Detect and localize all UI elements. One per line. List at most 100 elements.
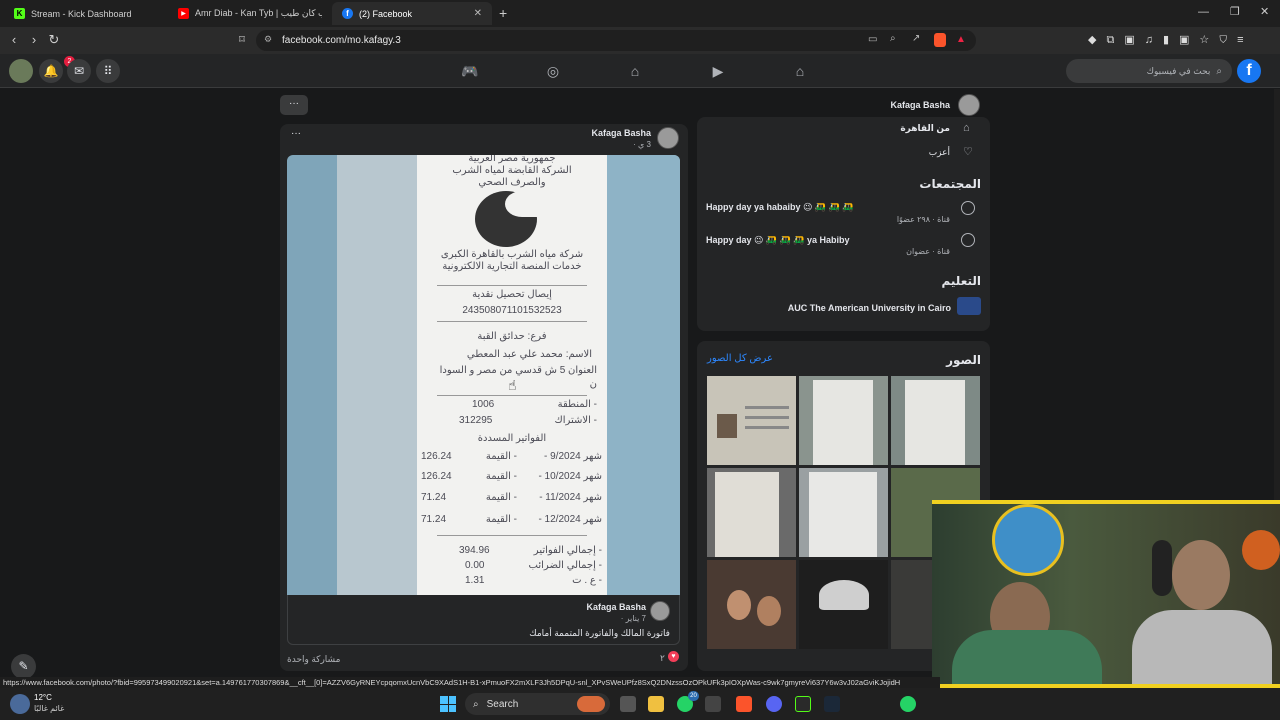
menu-grid-icon[interactable]: ⠿ xyxy=(96,59,120,83)
receipt-address: ن xyxy=(589,379,597,390)
whatsapp-tray-icon[interactable] xyxy=(900,696,916,712)
groups-icon[interactable]: ◎ xyxy=(544,62,562,80)
weather-desc[interactable]: غائم غالبًا xyxy=(34,704,64,713)
search-icon: ⌕ xyxy=(473,698,479,710)
company-logo-cut xyxy=(505,191,539,217)
post-time[interactable]: 3 ي · xyxy=(570,140,651,149)
close-window-button[interactable]: ✕ xyxy=(1260,5,1269,18)
search-highlight-icon xyxy=(577,696,605,712)
minimize-button[interactable]: — xyxy=(1198,6,1209,18)
bookmark-icon[interactable]: ⌑ xyxy=(234,32,250,48)
browser-tabbar: K Stream - Kick Dashboard ▶ Amr Diab - K… xyxy=(0,0,1280,27)
address-bar[interactable]: ⚙ facebook.com/mo.kafagy.3 ▭ ⌕ ↗ ▲ xyxy=(256,30,976,51)
photo-thumb[interactable] xyxy=(891,376,980,465)
new-tab-button[interactable]: + xyxy=(499,5,507,21)
marketplace-icon[interactable]: ⌂ xyxy=(626,62,644,80)
brave-shield-icon[interactable] xyxy=(934,33,946,47)
brave-browser-icon[interactable] xyxy=(736,696,752,712)
account-avatar[interactable] xyxy=(9,59,33,83)
post-author-avatar[interactable] xyxy=(657,127,679,149)
cast-icon[interactable]: ▭ xyxy=(868,34,877,45)
receipt-address: العنوان 5 ش قدسي من مصر و السودا xyxy=(439,365,597,376)
bill-label: - القيمة xyxy=(485,451,517,462)
zoom-icon[interactable]: ⌕ xyxy=(890,33,896,44)
heart-icon: ♡ xyxy=(963,146,973,158)
post-more-button[interactable]: ··· xyxy=(291,128,301,139)
receipt-zone-label: - المنطقة xyxy=(557,399,597,410)
receipt-header: الشركة القابضة لمياه الشرب xyxy=(452,165,572,176)
kick-icon: K xyxy=(14,8,25,19)
tab-kick[interactable]: K Stream - Kick Dashboard xyxy=(4,2,168,25)
photos-title: الصور xyxy=(946,353,981,367)
facebook-logo[interactable]: f xyxy=(1237,59,1261,83)
shared-time[interactable]: 7 يناير · xyxy=(558,614,646,623)
file-explorer-icon[interactable] xyxy=(648,696,664,712)
profile-avatar[interactable] xyxy=(958,94,980,116)
reaction-count[interactable]: ٢ xyxy=(660,653,665,664)
receipt-company: خدمات المنصة التجارية الالكترونية xyxy=(442,261,582,272)
new-message-button[interactable]: ✎ xyxy=(11,654,36,679)
shared-author-avatar[interactable] xyxy=(650,601,670,621)
profile-more-button[interactable]: ··· xyxy=(280,95,308,115)
post-photo[interactable]: جمهورية مصر العربية الشركة القابضة لمياه… xyxy=(287,155,680,595)
watch-icon[interactable]: ▶ xyxy=(709,62,727,80)
communities-title: المجتمعات xyxy=(919,177,981,191)
total-tax-label: - إجمالي الضرائب xyxy=(528,560,602,571)
tab-label: (2) Facebook xyxy=(359,8,413,19)
steam-icon[interactable] xyxy=(824,696,840,712)
photo-thumb[interactable] xyxy=(707,468,796,557)
see-all-photos-link[interactable]: عرض كل الصور xyxy=(707,353,773,364)
total-bills-label: - إجمالي الفواتير xyxy=(533,545,602,556)
community-name[interactable]: Happy day ya habaiby 😉 🛺 🛺 🛺 xyxy=(706,202,854,213)
community-name[interactable]: Happy day 😉 🛺 🛺 🛺 ya Habiby xyxy=(706,235,850,246)
love-reaction-icon: ♥ xyxy=(668,651,679,662)
community-meta: قناة · عضوان xyxy=(906,247,950,256)
channel-icon xyxy=(961,201,975,215)
extension-icons[interactable]: ◆⧉▣♫▮▣☆⛉≡ xyxy=(1088,33,1254,47)
bill-label: - القيمة xyxy=(485,471,517,482)
photo-thumb[interactable] xyxy=(799,560,888,649)
taskbar-search[interactable]: ⌕ Search xyxy=(465,693,610,715)
app-icon[interactable] xyxy=(705,696,721,712)
share-count[interactable]: مشاركة واحدة xyxy=(287,654,340,665)
tab-label: Stream - Kick Dashboard xyxy=(31,8,132,19)
profile-name[interactable]: Kafaga Basha xyxy=(820,100,950,110)
home-icon[interactable]: ⌂ xyxy=(791,62,809,80)
post-author[interactable]: Kafaga Basha xyxy=(500,128,651,138)
maximize-button[interactable]: ❐ xyxy=(1230,5,1240,18)
discord-icon[interactable] xyxy=(766,696,782,712)
tab-facebook[interactable]: f (2) Facebook ✕ xyxy=(332,2,492,25)
tab-youtube[interactable]: ▶ Amr Diab - Kan Tyb | دياب كان طيب xyxy=(168,2,332,25)
back-icon[interactable]: ‹ xyxy=(6,32,22,48)
task-view-icon[interactable] xyxy=(620,696,636,712)
receipt-title: إيصال تحصيل نقدية xyxy=(472,289,552,300)
share-icon[interactable]: ↗ xyxy=(912,33,920,44)
shared-author[interactable]: Kafaga Basha xyxy=(488,602,646,612)
notifications-icon[interactable]: 🔔 xyxy=(39,59,63,83)
close-tab-icon[interactable]: ✕ xyxy=(466,8,482,19)
photo-thumb[interactable] xyxy=(799,468,888,557)
gaming-icon[interactable]: 🎮 xyxy=(461,62,479,80)
person-left-shirt xyxy=(952,630,1102,688)
tab-label: Amr Diab - Kan Tyb | دياب كان طيب xyxy=(195,8,322,18)
search-input[interactable]: ⌕ بحث في فيسبوك xyxy=(1066,59,1232,83)
webcam-overlay xyxy=(932,500,1280,688)
education-item[interactable]: AUC The American University in Cairo xyxy=(737,303,951,313)
windows-start-icon[interactable] xyxy=(440,696,456,712)
brave-rewards-icon[interactable]: ▲ xyxy=(956,34,966,45)
messenger-icon[interactable]: ✉ xyxy=(67,59,91,83)
auc-logo xyxy=(957,297,981,315)
bill-month: شهر 12/2024 - xyxy=(538,514,602,525)
weather-icon[interactable] xyxy=(10,694,30,714)
total-bills: 394.96 xyxy=(459,545,490,556)
weather-temp[interactable]: 12°C xyxy=(34,693,52,702)
intro-card: ⌂ من القاهرة ♡ أعزب المجتمعات Happy day … xyxy=(697,117,990,331)
app-icon[interactable] xyxy=(795,696,811,712)
forward-icon[interactable]: › xyxy=(26,32,42,48)
photo-thumb[interactable] xyxy=(799,376,888,465)
reload-icon[interactable]: ↻ xyxy=(46,32,62,48)
photo-thumb[interactable] xyxy=(707,560,796,649)
intro-relationship: أعزب xyxy=(928,147,950,157)
photo-thumb[interactable] xyxy=(707,376,796,465)
site-info-icon[interactable]: ⚙ xyxy=(264,34,272,45)
